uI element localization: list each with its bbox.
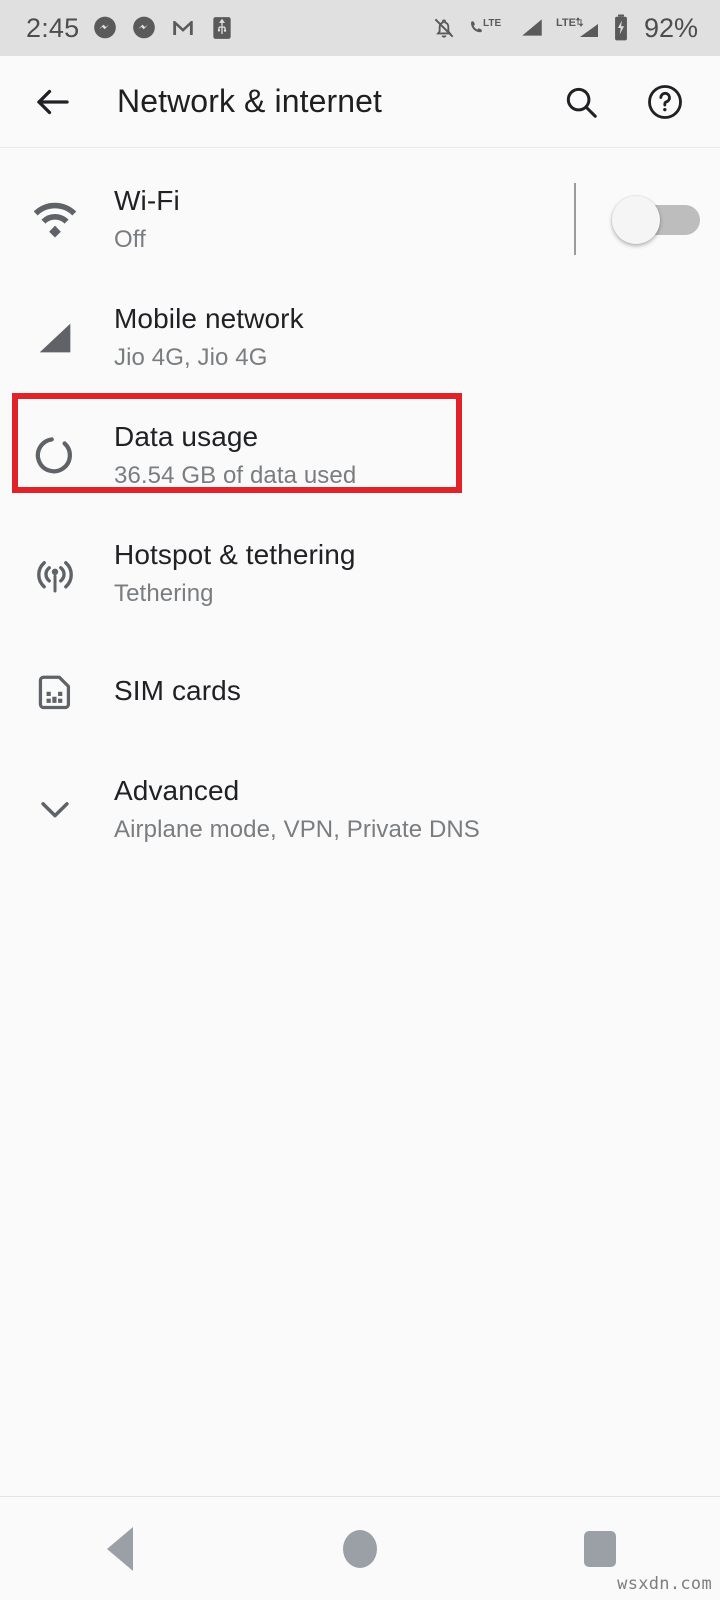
page-title: Network & internet (117, 83, 383, 119)
status-bar: 2:45 LTE LTE 92% (0, 0, 720, 56)
phone-screen: 2:45 LTE LTE 92% Network & internet Wi-F… (0, 0, 720, 1600)
list-item-text: Data usage 36.54 GB of data used (114, 419, 356, 491)
signal-triangle-icon (14, 314, 96, 360)
lte-label: LTE (556, 17, 576, 29)
list-item-text: Wi-Fi Off (114, 183, 180, 255)
usb-icon (209, 15, 235, 41)
chevron-down-icon (14, 787, 96, 831)
wifi-toggle-switch[interactable] (612, 196, 700, 244)
wifi-icon (14, 194, 96, 244)
list-item-sim-cards[interactable]: SIM cards (0, 632, 720, 750)
watermark: wsxdn.com (617, 1574, 712, 1594)
recents-square-icon (584, 1530, 616, 1567)
list-item-subtitle: 36.54 GB of data used (114, 461, 357, 489)
nav-back-button[interactable] (60, 1497, 180, 1600)
status-bar-right: LTE LTE 92% (431, 13, 698, 44)
list-item-advanced[interactable]: Advanced Airplane mode, VPN, Private DNS (0, 750, 720, 868)
list-item-text: Advanced Airplane mode, VPN, Private DNS (114, 773, 480, 845)
home-circle-icon (343, 1529, 377, 1568)
list-item-subtitle: Airplane mode, VPN, Private DNS (114, 815, 480, 843)
volte-label: LTE (483, 18, 501, 29)
back-arrow-icon[interactable] (26, 75, 80, 129)
list-item-title: Advanced (114, 774, 240, 806)
signal-bars-icon (519, 15, 545, 41)
list-item-subtitle: Tethering (114, 579, 214, 607)
switch-thumb (612, 196, 660, 244)
gmail-icon (170, 15, 196, 41)
app-bar: Network & internet (0, 56, 720, 148)
list-item-title: Wi-Fi (114, 184, 180, 216)
messenger-icon (92, 15, 118, 41)
list-item-text: Mobile network Jio 4G, Jio 4G (114, 301, 304, 373)
list-item-title: Data usage (114, 420, 259, 452)
list-item-subtitle: Jio 4G, Jio 4G (114, 343, 268, 371)
battery-percent-label: 92% (643, 12, 698, 43)
battery-charging-icon (611, 14, 631, 42)
settings-list: Wi-Fi Off Mobile network Jio 4G, Jio 4G (0, 148, 720, 868)
list-item-wifi[interactable]: Wi-Fi Off (0, 160, 720, 278)
list-item-hotspot-tethering[interactable]: Hotspot & tethering Tethering (0, 514, 720, 632)
app-bar-actions (556, 77, 690, 127)
list-item-title: Mobile network (114, 302, 304, 334)
sim-card-icon (14, 668, 96, 714)
help-circle-icon[interactable] (640, 77, 690, 127)
list-item-title: SIM cards (114, 675, 241, 707)
search-icon[interactable] (556, 77, 606, 127)
messenger-icon (131, 15, 157, 41)
system-navigation-bar (0, 1496, 720, 1600)
status-bar-clock: 2:45 (26, 12, 80, 43)
notifications-off-icon (431, 15, 457, 41)
data-usage-ring-icon (14, 431, 96, 479)
divider (574, 183, 576, 255)
lte-data-icon: LTE (556, 15, 600, 41)
list-item-subtitle: Off (114, 225, 146, 253)
wifi-row-trailing (574, 183, 700, 255)
back-triangle-icon (107, 1526, 133, 1571)
volte-icon: LTE (468, 15, 508, 41)
list-item-mobile-network[interactable]: Mobile network Jio 4G, Jio 4G (0, 278, 720, 396)
status-bar-left: 2:45 (26, 13, 235, 44)
nav-home-button[interactable] (300, 1497, 420, 1600)
list-item-title: Hotspot & tethering (114, 538, 356, 570)
hotspot-icon (14, 549, 96, 597)
list-item-text: Hotspot & tethering Tethering (114, 537, 356, 609)
list-item-text: SIM cards (114, 673, 241, 709)
list-item-data-usage[interactable]: Data usage 36.54 GB of data used (0, 396, 720, 514)
